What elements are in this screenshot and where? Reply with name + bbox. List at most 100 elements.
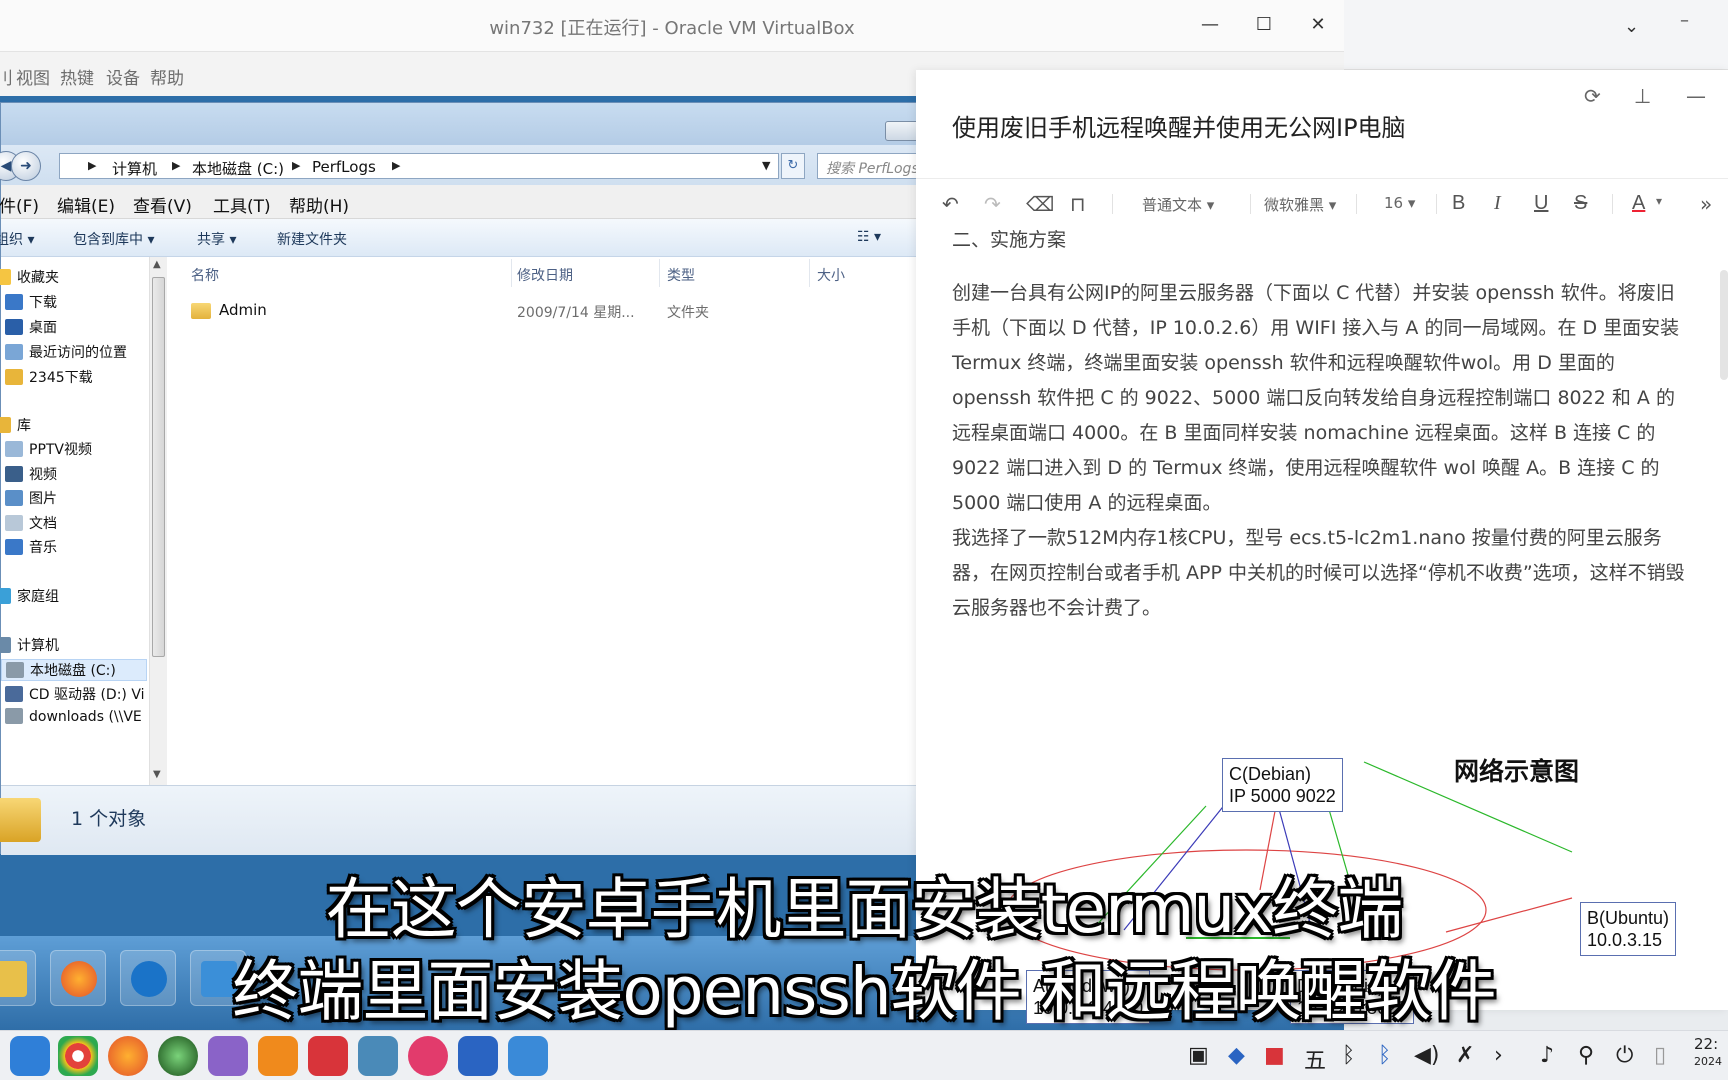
notification-icon[interactable]: ♪ bbox=[1540, 1043, 1554, 1068]
menu-tools[interactable]: 工具(T) bbox=[213, 192, 271, 217]
notes-tray-icon[interactable]: ◆ bbox=[1228, 1043, 1245, 1068]
chevron-down-icon[interactable]: ⌄ bbox=[1624, 16, 1639, 37]
close-button[interactable]: ✕ bbox=[1302, 10, 1334, 40]
maximize-button[interactable]: ☐ bbox=[1248, 10, 1280, 40]
format-painter-icon[interactable]: ⊓ bbox=[1070, 192, 1086, 216]
sidebar-item[interactable]: 桌面 bbox=[1, 317, 147, 339]
chevron-right-icon[interactable]: › bbox=[1494, 1043, 1503, 1068]
minimize-button[interactable]: — bbox=[1194, 10, 1226, 40]
notes-icon[interactable] bbox=[458, 1036, 498, 1076]
scroll-up-icon[interactable]: ▲ bbox=[153, 259, 161, 270]
column-date[interactable]: 修改日期 bbox=[517, 265, 573, 285]
sidebar-item[interactable]: 最近访问的位置 bbox=[1, 342, 147, 364]
minimize-icon[interactable]: – bbox=[1680, 10, 1689, 31]
breadcrumb-drive-c[interactable]: 本地磁盘 (C:) bbox=[192, 158, 284, 179]
breadcrumb-arrow-icon[interactable]: ▶ bbox=[392, 159, 400, 172]
note-scrollbar[interactable] bbox=[1720, 270, 1728, 380]
font-color-button[interactable]: A bbox=[1632, 192, 1645, 215]
sidebar-item[interactable]: 下载 bbox=[1, 292, 147, 314]
volume-icon[interactable]: ◀) bbox=[1414, 1043, 1440, 1068]
terminal-icon[interactable] bbox=[308, 1036, 348, 1076]
package-icon[interactable] bbox=[258, 1036, 298, 1076]
column-divider[interactable] bbox=[659, 259, 660, 287]
sidebar-item[interactable]: PPTV视频 bbox=[1, 439, 147, 461]
camera-icon[interactable] bbox=[208, 1036, 248, 1076]
menu-help[interactable]: 帮助 bbox=[150, 64, 184, 89]
app-icon[interactable] bbox=[408, 1036, 448, 1076]
sidebar-item[interactable]: CD 驱动器 (D:) Vi bbox=[1, 684, 147, 706]
search-input[interactable]: 搜索 PerfLogs bbox=[817, 153, 927, 179]
menu-view[interactable]: 查看(V) bbox=[133, 192, 192, 217]
menu-view[interactable]: 视图 bbox=[16, 64, 50, 89]
network-icon[interactable]: ✗ bbox=[1456, 1043, 1474, 1068]
menu-edit[interactable]: 编辑(E) bbox=[57, 192, 115, 217]
nav-scrollbar[interactable]: ▲ ▼ bbox=[149, 257, 167, 785]
column-name[interactable]: 名称 bbox=[191, 265, 219, 285]
share-button[interactable]: 共享 ▾ bbox=[197, 229, 236, 249]
bold-button[interactable]: B bbox=[1452, 192, 1465, 215]
font-size-select[interactable]: 16 ▾ bbox=[1384, 194, 1415, 212]
firefox-icon[interactable] bbox=[108, 1036, 148, 1076]
font-family-select[interactable]: 微软雅黑 ▾ bbox=[1264, 194, 1336, 215]
column-type[interactable]: 类型 bbox=[667, 265, 695, 285]
search-icon[interactable]: ⚲ bbox=[1578, 1043, 1594, 1068]
view-options-icon[interactable]: ☷ ▾ bbox=[857, 229, 881, 245]
monitor-icon[interactable] bbox=[358, 1036, 398, 1076]
camera-tray-icon[interactable]: ▣ bbox=[1188, 1043, 1209, 1068]
sidebar-item[interactable]: 视频 bbox=[1, 464, 147, 486]
organize-button[interactable]: 组织 ▾ bbox=[0, 229, 34, 249]
bluetooth-icon[interactable]: ᛒ bbox=[1342, 1043, 1355, 1068]
breadcrumb-perflogs[interactable]: PerfLogs bbox=[312, 158, 376, 176]
column-divider[interactable] bbox=[511, 259, 512, 287]
launcher-icon[interactable] bbox=[10, 1036, 50, 1076]
menu-devices[interactable]: 设备 bbox=[106, 64, 140, 89]
italic-button[interactable]: I bbox=[1494, 192, 1501, 215]
breadcrumb-arrow-icon[interactable]: ▶ bbox=[88, 159, 96, 172]
breadcrumb-arrow-icon[interactable]: ▶ bbox=[292, 159, 300, 172]
new-folder-button[interactable]: 新建文件夹 bbox=[277, 229, 347, 249]
forward-button[interactable]: ➜ bbox=[11, 151, 41, 181]
trash-icon[interactable]: ▯ bbox=[1654, 1043, 1666, 1068]
menu-hotkeys[interactable]: 热键 bbox=[60, 64, 94, 89]
virtualbox-xp-icon[interactable] bbox=[508, 1036, 548, 1076]
pin-icon[interactable]: ⊥ bbox=[1634, 84, 1651, 108]
column-divider[interactable] bbox=[809, 259, 810, 287]
sidebar-item[interactable]: 图片 bbox=[1, 488, 147, 510]
underline-button[interactable]: U bbox=[1534, 192, 1548, 215]
refresh-button[interactable]: ↻ bbox=[781, 153, 805, 179]
menu-file[interactable]: 件(F) bbox=[0, 192, 39, 217]
eraser-icon[interactable]: ⌫ bbox=[1026, 192, 1054, 216]
address-dropdown-icon[interactable]: ▼ bbox=[762, 159, 770, 172]
menu-control[interactable]: 刂 bbox=[0, 64, 13, 89]
input-method-icon[interactable]: 五 bbox=[1304, 1043, 1326, 1075]
chevron-down-icon[interactable]: ▾ bbox=[1656, 194, 1662, 208]
chrome-icon[interactable] bbox=[58, 1036, 98, 1076]
sidebar-item[interactable]: 文档 bbox=[1, 513, 147, 535]
more-tools-button[interactable]: » bbox=[1700, 192, 1712, 216]
menu-help[interactable]: 帮助(H) bbox=[289, 192, 349, 217]
undo-icon[interactable]: ↶ bbox=[942, 192, 959, 216]
note-content[interactable]: 二、实施方案 创建一台具有公网IP的阿里云服务器（下面以 C 代替）并安装 op… bbox=[952, 228, 1688, 626]
breadcrumb-computer[interactable]: 计算机 bbox=[112, 158, 157, 179]
sidebar-item[interactable]: 计算机 bbox=[0, 635, 147, 657]
minimize-icon[interactable]: — bbox=[1686, 84, 1706, 108]
column-size[interactable]: 大小 bbox=[817, 265, 845, 285]
address-bar[interactable]: ▶ 计算机 ▶ 本地磁盘 (C:) ▶ PerfLogs ▶ ▼ bbox=[59, 153, 779, 179]
redo-icon[interactable]: ↷ bbox=[984, 192, 1001, 216]
paragraph-style-select[interactable]: 普通文本 ▾ bbox=[1142, 194, 1214, 215]
sidebar-item[interactable]: 本地磁盘 (C:) bbox=[1, 659, 147, 681]
obs-icon[interactable] bbox=[158, 1036, 198, 1076]
scroll-down-icon[interactable]: ▼ bbox=[153, 769, 161, 780]
sidebar-item[interactable]: 库 bbox=[0, 415, 147, 437]
strikethrough-button[interactable]: S bbox=[1574, 192, 1587, 215]
explorer-minimize-button[interactable] bbox=[885, 121, 919, 141]
clock[interactable]: 22: 2024 bbox=[1694, 1035, 1722, 1071]
sidebar-item[interactable]: 收藏夹 bbox=[0, 267, 147, 289]
bluetooth-icon[interactable]: ᛒ bbox=[1378, 1043, 1391, 1068]
breadcrumb-arrow-icon[interactable]: ▶ bbox=[172, 159, 180, 172]
include-in-library-button[interactable]: 包含到库中 ▾ bbox=[73, 229, 154, 249]
power-icon[interactable]: ⏻ bbox=[1616, 1043, 1633, 1068]
sidebar-item[interactable]: 音乐 bbox=[1, 537, 147, 559]
sidebar-item[interactable]: downloads (\\VE bbox=[1, 708, 147, 730]
sidebar-item[interactable]: 家庭组 bbox=[0, 586, 147, 608]
